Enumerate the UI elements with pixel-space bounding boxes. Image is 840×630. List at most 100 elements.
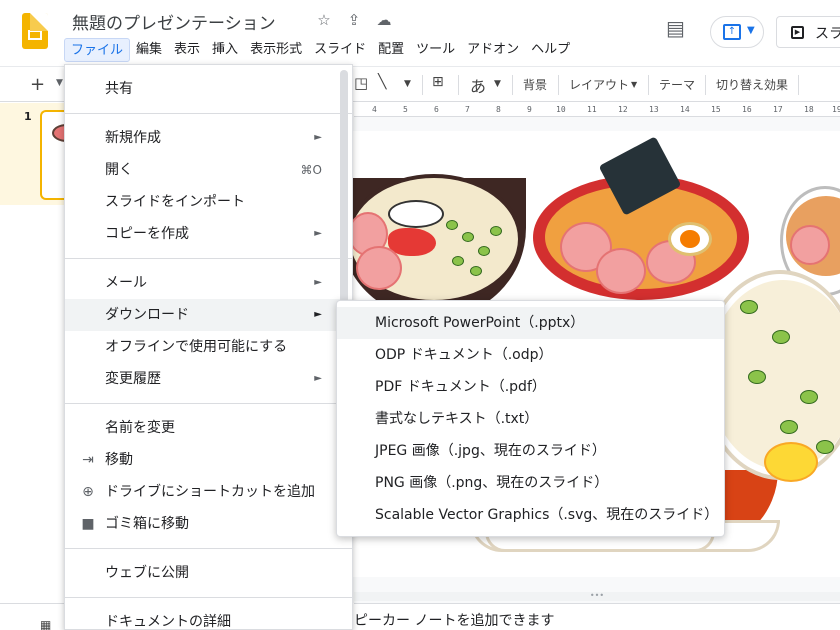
shape-icon[interactable]: ◳ [354,74,368,92]
menu-item-label: メール [105,275,147,291]
menu-item-add-shortcut[interactable]: ⊕ ドライブにショートカットを追加 [65,476,352,508]
menu-format[interactable]: 表示形式 [244,38,308,62]
ruler-tick: 12 [618,105,628,114]
menu-arrange[interactable]: 配置 [372,38,410,62]
chevron-down-icon: ▼ [747,25,755,36]
ruler: 4 5 6 7 8 9 10 11 12 13 14 15 16 17 18 1… [354,103,840,117]
menu-item-version-history[interactable]: 変更履歴 ► [65,363,352,395]
ruler-tick: 16 [742,105,752,114]
menu-item-label: 移動 [105,452,133,468]
toolbar-divider [648,75,649,95]
menu-item-label: ゴミ箱に移動 [105,516,189,532]
menu-divider [65,258,352,259]
menu-item-label: 新規作成 [105,130,161,146]
slideshow-button[interactable]: ▶ スラ [776,16,840,48]
scrollbar-thumb[interactable] [340,70,348,306]
menu-insert[interactable]: 挿入 [206,38,244,62]
folder-move-icon: ⇥ [82,452,94,468]
menu-item-label: コピーを作成 [105,226,189,242]
input-tools-button[interactable]: あ [470,73,486,97]
speaker-notes[interactable]: ピーカー ノートを追加できます [354,603,840,630]
line-dropdown-icon[interactable]: ▼ [404,79,411,89]
download-svg[interactable]: Scalable Vector Graphics（.svg、現在のスライド） [337,499,724,531]
ruler-tick: 14 [680,105,690,114]
slide-number: 1 [24,110,32,123]
menu-divider [65,113,352,114]
ruler-tick: 6 [434,105,439,114]
menu-shortcut: ⌘O [300,163,322,177]
menu-divider [65,597,352,598]
download-jpg[interactable]: JPEG 画像（.jpg、現在のスライド） [337,435,724,467]
background-button[interactable]: 背景 [523,76,547,93]
menu-item-make-copy[interactable]: コピーを作成 ► [65,218,352,250]
download-png[interactable]: PNG 画像（.png、現在のスライド） [337,467,724,499]
download-submenu: Microsoft PowerPoint（.pptx） ODP ドキュメント（.… [336,300,725,537]
input-tools-dropdown-icon[interactable]: ▼ [494,79,501,89]
menu-item-label: ウェブに公開 [105,565,189,581]
menu-file[interactable]: ファイル [64,38,131,62]
layout-dropdown-icon[interactable]: ▼ [631,80,637,89]
menu-item-offline[interactable]: オフラインで使用可能にする [65,331,352,363]
menu-item-download[interactable]: ダウンロード ► [65,299,352,331]
toolbar-divider [798,75,799,95]
menu-item-label: オフラインで使用可能にする [105,339,288,355]
slideshow-label: スラ [815,26,840,42]
toolbar-divider [705,75,706,95]
cloud-status-icon[interactable]: ☁ [374,11,394,29]
theme-button[interactable]: テーマ [659,76,695,93]
download-odp[interactable]: ODP ドキュメント（.odp） [337,339,724,371]
ruler-tick: 7 [465,105,470,114]
comment-history-icon[interactable]: ▤ [666,16,685,40]
menu-item-label: スライドをインポート [105,194,245,210]
menu-item-open[interactable]: 開く ⌘O [65,154,352,186]
menu-item-share[interactable]: 共有 [65,73,352,105]
star-icon[interactable]: ☆ [314,11,334,29]
menu-item-move[interactable]: ⇥ 移動 [65,444,352,476]
menu-item-rename[interactable]: 名前を変更 [65,412,352,444]
title-icons: ☆ ⇪ ☁ [314,11,394,29]
file-menu: 共有 新規作成 ► 開く ⌘O スライドをインポート コピーを作成 ► メール ► ダウ… [64,64,353,630]
menu-item-email[interactable]: メール ► [65,267,352,299]
new-slide-dropdown-icon[interactable]: ▼ [56,78,63,88]
document-title[interactable]: 無題のプレゼンテーション [72,9,276,34]
drive-shortcut-icon: ⊕ [82,484,94,500]
transition-button[interactable]: 切り替え効果 [716,76,788,93]
menu-item-trash[interactable]: ■ ゴミ箱に移動 [65,508,352,540]
menu-view[interactable]: 表示 [168,38,206,62]
download-pdf[interactable]: PDF ドキュメント（.pdf） [337,371,724,403]
present-to-meeting-button[interactable]: ↑ ▼ [710,16,764,48]
toolbar-divider [512,75,513,95]
menu-slide[interactable]: スライド [308,38,372,62]
menu-item-document-details[interactable]: ドキュメントの詳細 [65,606,352,630]
menu-item-publish-web[interactable]: ウェブに公開 [65,557,352,589]
submenu-arrow-icon: ► [314,309,322,320]
menu-item-label: 名前を変更 [105,420,175,436]
ruler-tick: 19 [832,105,840,114]
slides-logo-icon[interactable] [22,13,48,49]
app-header: 無題のプレゼンテーション ☆ ⇪ ☁ ファイル 編集 表示 挿入 表示形式 スラ… [0,0,840,66]
menu-tools[interactable]: ツール [410,38,461,62]
toolbar-divider [458,75,459,95]
menu-item-label: ドキュメントの詳細 [105,614,231,630]
trash-icon: ■ [81,516,95,532]
download-pptx[interactable]: Microsoft PowerPoint（.pptx） [337,307,724,339]
ruler-tick: 18 [804,105,814,114]
menu-item-label: ダウンロード [105,307,189,323]
menu-edit[interactable]: 編集 [130,38,168,62]
menu-help[interactable]: ヘルプ [525,38,576,62]
move-folder-icon[interactable]: ⇪ [344,11,364,29]
menu-item-import-slides[interactable]: スライドをインポート [65,186,352,218]
new-slide-icon[interactable]: + [30,74,45,95]
layout-button[interactable]: レイアウト [569,76,629,93]
menu-divider [65,403,352,404]
notes-resize-handle[interactable]: ••• [354,592,840,601]
grid-view-icon[interactable]: ▦ [40,618,51,630]
ruler-tick: 8 [496,105,501,114]
menu-item-new[interactable]: 新規作成 ► [65,122,352,154]
comment-add-icon[interactable]: ⊞ [432,74,444,90]
submenu-arrow-icon: ► [314,277,322,288]
download-txt[interactable]: 書式なしテキスト（.txt） [337,403,724,435]
menu-addons[interactable]: アドオン [461,38,525,62]
menu-divider [65,548,352,549]
line-icon[interactable]: ╲ [378,74,386,90]
